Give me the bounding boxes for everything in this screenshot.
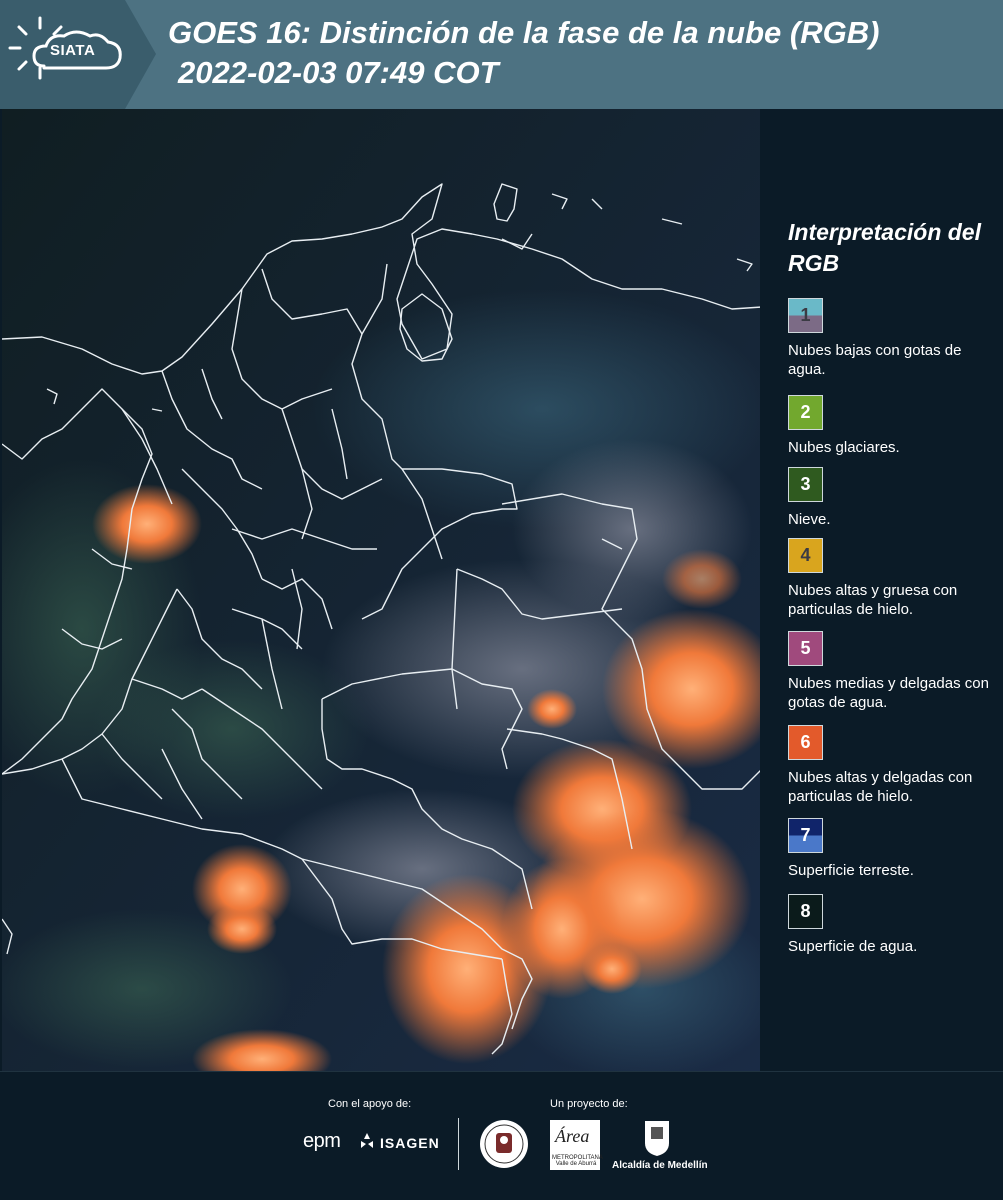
legend-swatch-2: 2 xyxy=(788,395,823,430)
isagen-logo-icon xyxy=(361,1133,373,1148)
epm-logo[interactable]: epm xyxy=(303,1130,341,1153)
legend-swatch-4: 4 xyxy=(788,538,823,573)
legend-swatch-6: 6 xyxy=(788,725,823,760)
legend-item-1: 1 Nubes bajas con gotas de agua. xyxy=(788,298,998,379)
legend-label-4: Nubes altas y gruesa con particulas de h… xyxy=(788,582,958,618)
satellite-map[interactable] xyxy=(0,109,760,1071)
legend-label-1: Nubes bajas con gotas de agua. xyxy=(788,342,962,378)
page-title: GOES 16: Distinción de la fase de la nub… xyxy=(168,15,880,50)
legend-number-1: 1 xyxy=(800,305,811,325)
legend-swatch-3: 3 xyxy=(788,467,823,502)
legend-title: Interpretación del RGB xyxy=(788,219,981,276)
legend-label-6: Nubes altas y delgadas con particulas de… xyxy=(788,769,973,805)
siata-logo-text: SIATA xyxy=(50,42,96,59)
legend-label-3: Nieve. xyxy=(788,511,831,528)
header-bar: SIATA GOES 16: Distinción de la fase de … xyxy=(0,0,1003,109)
legend-swatch-5: 5 xyxy=(788,631,823,666)
legend-label-2: Nubes glaciares. xyxy=(788,439,900,456)
legend-swatch-1: 1 xyxy=(788,298,823,333)
legend-label-7: Superficie terreste. xyxy=(788,862,914,879)
seal-logo-icon[interactable] xyxy=(478,1118,530,1170)
alcaldia-logo-text: Alcaldía de Medellín xyxy=(612,1160,708,1171)
area-metropolitana-word: Área xyxy=(555,1126,590,1146)
alcaldia-shield-icon[interactable] xyxy=(643,1119,671,1157)
legend-number-5: 5 xyxy=(800,638,811,658)
satellite-image xyxy=(2,109,760,1071)
legend-number-4: 4 xyxy=(800,545,811,565)
legend-item-3: 3 Nieve. xyxy=(788,467,998,529)
legend-label-5: Nubes medias y delgadas con gotas de agu… xyxy=(788,675,989,711)
legend-swatch-7: 7 xyxy=(788,818,823,853)
area-metropolitana-sub: METROPOLITANA Valle de Aburrá xyxy=(552,1155,603,1167)
legend-item-4: 4 Nubes altas y gruesa con particulas de… xyxy=(788,538,998,619)
legend-item-6: 6 Nubes altas y delgadas con particulas … xyxy=(788,725,998,806)
siata-logo[interactable]: SIATA xyxy=(0,0,156,109)
project-label: Un proyecto de: xyxy=(550,1098,628,1110)
legend-number-8: 8 xyxy=(800,901,811,921)
footer-sponsors: Con el apoyo de: Un proyecto de: epm ISA… xyxy=(0,1071,1003,1200)
support-label: Con el apoyo de: xyxy=(328,1098,412,1110)
legend-number-3: 3 xyxy=(800,474,811,494)
legend-swatch-8: 8 xyxy=(788,894,823,929)
legend-number-6: 6 xyxy=(800,732,811,752)
page-subtitle: 2022-02-03 07:49 COT xyxy=(178,55,499,90)
legend-item-5: 5 Nubes medias y delgadas con gotas de a… xyxy=(788,631,998,712)
isagen-logo[interactable]: ISAGEN xyxy=(380,1135,440,1151)
footer-divider xyxy=(458,1118,459,1170)
legend-number-7: 7 xyxy=(800,825,811,845)
legend-item-7: 7 Superficie terreste. xyxy=(788,818,998,880)
legend-item-8: 8 Superficie de agua. xyxy=(788,894,998,956)
legend-item-2: 2 Nubes glaciares. xyxy=(788,395,998,457)
legend-number-2: 2 xyxy=(800,402,811,422)
legend-panel: Interpretación del RGB 1 Nubes bajas con… xyxy=(760,109,1003,1071)
legend-label-8: Superficie de agua. xyxy=(788,938,918,955)
